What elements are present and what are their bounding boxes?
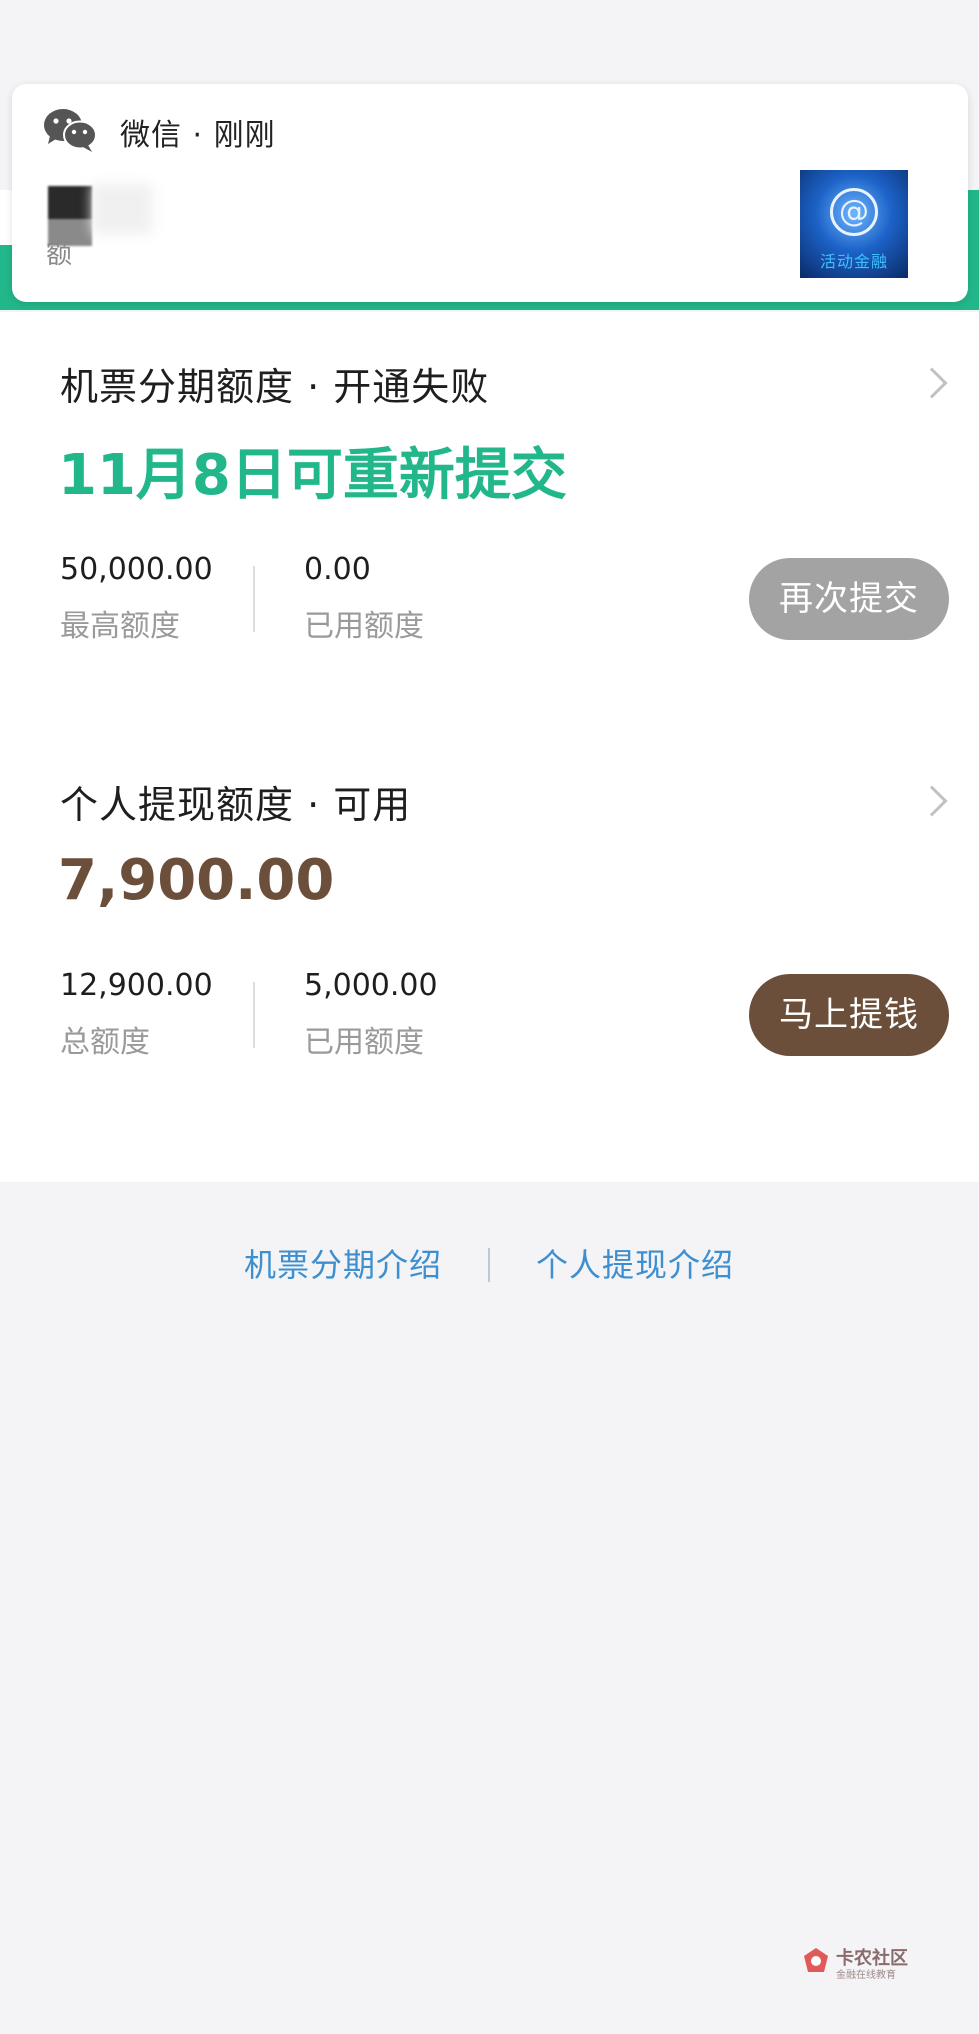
withdraw-used-stat: 5,000.00 已用额度 bbox=[304, 968, 438, 1061]
stat-divider bbox=[253, 566, 255, 632]
watermark-subtitle: 金融在线教育 bbox=[836, 1970, 896, 1981]
total-limit-label: 总额度 bbox=[60, 1025, 150, 1060]
available-amount: 7,900.00 bbox=[58, 848, 335, 913]
chevron-right-icon[interactable] bbox=[916, 367, 948, 399]
stat-divider bbox=[253, 982, 255, 1048]
flight-installment-intro-link[interactable]: 机票分期介绍 bbox=[244, 1240, 442, 1286]
total-limit-value: 12,900.00 bbox=[60, 968, 213, 1003]
withdraw-used-value: 5,000.00 bbox=[304, 968, 438, 1003]
app-screen: 微信 · 刚刚 额 @ 活动金融 机票分期额度 · 开通失败 11月8日可重新提… bbox=[0, 0, 979, 2034]
blurred-text bbox=[92, 184, 152, 234]
resubmit-date-text: 11月8日可重新提交 bbox=[58, 443, 567, 508]
thumbnail-caption: 活动金融 bbox=[819, 252, 888, 271]
total-limit-stat: 12,900.00 总额度 bbox=[60, 968, 213, 1061]
footer-divider bbox=[488, 1248, 490, 1282]
flight-installment-section[interactable]: 机票分期额度 · 开通失败 11月8日可重新提交 50,000.00 最高额度 … bbox=[0, 312, 979, 712]
footer-links: 机票分期介绍 个人提现介绍 bbox=[0, 1240, 979, 1290]
notification-thumbnail: @ 活动金融 bbox=[800, 170, 908, 278]
wechat-icon bbox=[44, 109, 97, 152]
resubmit-button[interactable]: 再次提交 bbox=[749, 558, 949, 640]
max-limit-value: 50,000.00 bbox=[60, 552, 213, 587]
personal-withdraw-intro-link[interactable]: 个人提现介绍 bbox=[536, 1240, 734, 1286]
flight-installment-title: 机票分期额度 · 开通失败 bbox=[60, 365, 490, 409]
credit-card-panel: 机票分期额度 · 开通失败 11月8日可重新提交 50,000.00 最高额度 … bbox=[0, 312, 979, 1182]
withdraw-now-button[interactable]: 马上提钱 bbox=[749, 974, 949, 1056]
chevron-right-icon[interactable] bbox=[916, 785, 948, 817]
email-icon: @ bbox=[830, 188, 878, 236]
used-limit-label: 已用额度 bbox=[304, 609, 424, 644]
kanong-logo-icon bbox=[804, 1948, 828, 1972]
wechat-notification[interactable]: 微信 · 刚刚 额 @ 活动金融 bbox=[12, 84, 968, 302]
personal-withdraw-title: 个人提现额度 · 可用 bbox=[60, 783, 412, 827]
used-limit-stat: 0.00 已用额度 bbox=[304, 552, 424, 645]
used-limit-value: 0.00 bbox=[304, 552, 371, 587]
max-limit-stat: 50,000.00 最高额度 bbox=[60, 552, 213, 645]
notification-source: 微信 · 刚刚 bbox=[120, 118, 276, 153]
watermark: 卡农社区 金融在线教育 bbox=[800, 1944, 930, 1984]
personal-withdraw-section[interactable]: 个人提现额度 · 可用 7,900.00 12,900.00 总额度 5,000… bbox=[0, 730, 979, 1150]
max-limit-label: 最高额度 bbox=[60, 609, 180, 644]
notification-preview: 额 bbox=[46, 240, 73, 270]
withdraw-used-label: 已用额度 bbox=[304, 1025, 424, 1060]
